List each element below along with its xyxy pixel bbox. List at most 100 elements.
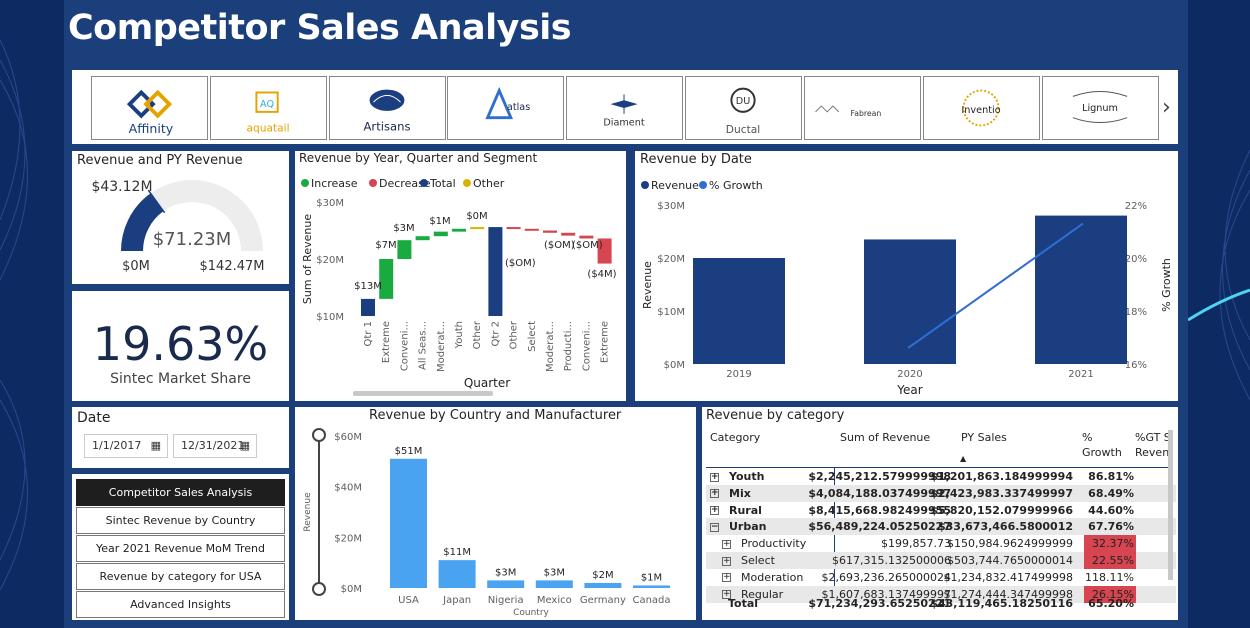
waterfall-card: Revenue by Year, Quarter and Segment Inc… <box>295 151 626 401</box>
slider-handle-bottom[interactable] <box>312 582 326 596</box>
expand-icon[interactable]: + <box>710 506 719 516</box>
logo-name: Inventio <box>961 105 1000 116</box>
table-row[interactable]: + Mix $4,084,188.037499997 $2,423,983.33749… <box>706 484 1176 502</box>
y-tick-label: $40M <box>334 483 362 494</box>
category-name: Mix <box>729 486 751 500</box>
table-row[interactable]: + Productivity $199,857.73 $150,984.9624999… <box>706 535 1176 553</box>
x-tick-label: Germany <box>580 595 626 606</box>
revenue-by-date-card: Revenue by Date Revenue% Growth $30M $20M $… <box>635 151 1178 401</box>
chevron-right-icon[interactable]: › <box>1162 95 1171 120</box>
data-label: $13M <box>354 281 382 292</box>
expand-icon[interactable]: + <box>722 539 731 549</box>
sort-asc-icon[interactable]: ▲ <box>960 454 966 463</box>
waterfall-bar <box>433 231 448 237</box>
category-table-title: Revenue by category <box>706 408 845 423</box>
x-tick-label: 2021 <box>1068 369 1093 380</box>
x-tick-label: 2019 <box>726 369 751 380</box>
table-row[interactable]: + Select $617,315.132500006 $503,744.765000… <box>706 552 1176 569</box>
table-row[interactable]: + Rural $8,415,668.982499955 $5,820,152.079… <box>706 502 1176 519</box>
x-tick-label: USA <box>398 595 419 606</box>
waterfall-bar <box>397 240 412 259</box>
date-title: Date <box>77 410 111 426</box>
revenue-bar <box>1035 215 1127 364</box>
waterfall-bar <box>470 227 485 230</box>
end-date-input[interactable]: 12/31/2021 ▦ <box>173 434 257 458</box>
logo-ductal[interactable]: DU Ductal <box>685 76 802 140</box>
y-tick-label: $20M <box>657 254 685 265</box>
revenue-bar <box>864 239 956 364</box>
x-tick-label: All Seas... <box>418 321 429 370</box>
column-header[interactable]: Sum of Revenue <box>840 430 960 445</box>
waterfall-bar <box>488 227 503 316</box>
revenue-cell: $2,693,236.265000024 <box>821 570 951 584</box>
y-axis-title: Revenue <box>303 492 313 532</box>
expand-icon[interactable]: + <box>710 472 719 482</box>
data-label: $3M <box>544 567 565 578</box>
nav-button-category-usa[interactable]: Revenue by category for USA <box>76 563 285 590</box>
nav-button-competitor-sales[interactable]: Competitor Sales Analysis <box>76 479 285 506</box>
logo-atlas-mark: atlas <box>485 86 530 120</box>
category-cell: + Mix <box>710 485 751 502</box>
legend-marker-increase <box>301 179 309 187</box>
y-tick-label: $0M <box>341 584 362 595</box>
table-total-row[interactable]: Total $71,234,293.65250221 $43,119,465.182… <box>706 595 1176 612</box>
table-scrollbar[interactable] <box>1168 430 1173 580</box>
legend-marker-decrease <box>369 179 377 187</box>
y-tick-label: $10M <box>657 307 685 318</box>
logo-name: Artisans <box>363 119 410 133</box>
expand-icon[interactable]: + <box>722 556 731 566</box>
collapse-icon[interactable]: − <box>710 522 719 532</box>
horizontal-scrollbar[interactable] <box>353 391 493 396</box>
category-name: Productivity <box>741 537 807 551</box>
calendar-icon[interactable]: ▦ <box>151 435 161 457</box>
py-sales-cell: $1,234,832.417499998 <box>943 570 1073 584</box>
column-header[interactable]: PY Sales <box>961 430 1081 445</box>
logo-lignum[interactable]: Lignum <box>1042 76 1159 140</box>
logo-atlas[interactable]: atlas <box>447 76 564 140</box>
py-sales-cell: $5,820,152.079999966 <box>930 503 1073 517</box>
x-tick-label: Nigeria <box>488 595 524 606</box>
legend-marker-growth <box>699 181 707 189</box>
table-row[interactable]: − Urban $56,489,224.05250227 $33,673,466.58… <box>706 518 1176 536</box>
waterfall-bar <box>361 298 375 316</box>
category-name: Youth <box>729 470 765 483</box>
table-row[interactable]: + Moderation $2,693,236.265000024 $1,234,83… <box>706 569 1176 586</box>
column-header[interactable]: %GT S Reven <box>1135 430 1169 460</box>
data-label: $11M <box>443 547 471 558</box>
logo-artisans-mark: Artisans <box>363 89 411 133</box>
table-row[interactable]: + Youth $2,245,212.579999998 $1,201,863.184… <box>706 468 1176 485</box>
kpi-card: 19.63% Sintec Market Share <box>72 291 289 401</box>
y2-axis-title: % Growth <box>1160 258 1173 312</box>
country-bar <box>535 580 573 588</box>
legend-label-other: Other <box>473 177 505 190</box>
column-header[interactable]: Category <box>710 430 830 445</box>
country-bar <box>584 582 622 588</box>
x-axis-title: Year <box>896 383 922 397</box>
x-axis-title: Quarter <box>464 376 510 390</box>
nav-button-mom-trend[interactable]: Year 2021 Revenue MoM Trend <box>76 535 285 562</box>
logo-affinity[interactable]: Affinity <box>91 76 208 140</box>
category-cell: Total <box>728 595 758 612</box>
logo-artisans[interactable]: Artisans <box>329 76 446 140</box>
data-label: $2M <box>592 570 613 581</box>
nav-button-sintec-revenue[interactable]: Sintec Revenue by Country <box>76 507 285 534</box>
logo-inventio[interactable]: Inventio <box>923 76 1040 140</box>
country-bar <box>487 580 525 588</box>
expand-icon[interactable]: + <box>722 573 731 583</box>
start-date-input[interactable]: 1/1/2017 ▦ <box>84 434 168 458</box>
data-label: ($4M) <box>587 269 616 280</box>
logo-diament[interactable]: Diament <box>566 76 683 140</box>
slider-handle-top[interactable] <box>312 428 326 442</box>
legend-label-growth: % Growth <box>709 179 763 192</box>
growth-cell: 44.60% <box>1088 503 1134 517</box>
nav-button-advanced-insights[interactable]: Advanced Insights <box>76 591 285 618</box>
category-cell: + Productivity <box>722 535 806 552</box>
y-axis-title: Revenue <box>641 261 654 309</box>
calendar-icon[interactable]: ▦ <box>240 435 250 457</box>
logo-fabrean[interactable]: Fabrean <box>804 76 921 140</box>
revenue-by-date-chart: Revenue % Growth $30M $20M $10M $0M 22% 20% 18% 1… <box>641 179 1173 397</box>
data-label: $1M <box>641 572 662 583</box>
logo-aquatail[interactable]: AQ aquatail <box>210 76 327 140</box>
py-sales-cell: $150,984.9624999999 <box>947 537 1073 551</box>
expand-icon[interactable]: + <box>710 489 719 499</box>
